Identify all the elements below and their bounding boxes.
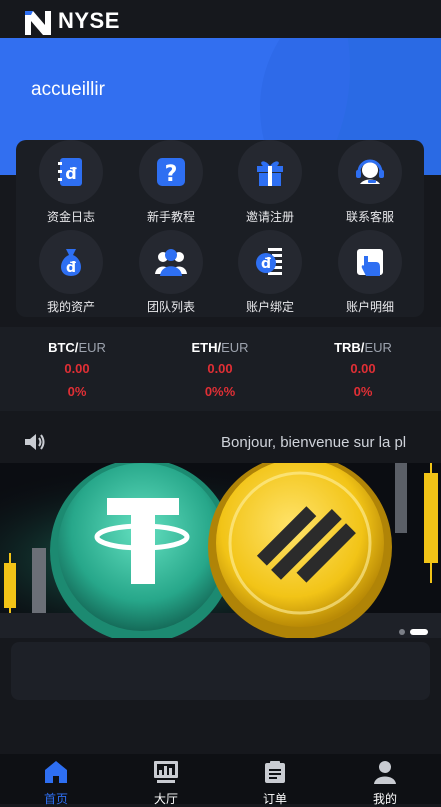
ticker-item-btc[interactable]: BTC/EUR 0.00 0% — [17, 340, 137, 399]
menu-grid: đ 资金日志 ? 新手教程 邀请注册 联系客服 đ 我的资产 团队列表 đ 账户… — [16, 140, 424, 317]
tab-profile[interactable]: 我的 — [345, 760, 425, 807]
welcome-text: accueillir — [31, 79, 105, 100]
brand-name: NYSE — [58, 8, 120, 33]
menu-label: 联系客服 — [345, 210, 394, 224]
ticker-price: 0.00 — [350, 361, 376, 376]
menu-label: 账户明细 — [345, 300, 394, 314]
ticker-quote: EUR — [78, 340, 106, 355]
menu-label: 邀请注册 — [245, 210, 294, 224]
ticker-base: BTC/ — [48, 340, 79, 355]
ticker-change: 0% — [353, 384, 373, 399]
menu-label: 我的资产 — [46, 300, 95, 314]
fund-log-icon: đ — [58, 158, 82, 186]
order-icon — [265, 761, 285, 783]
tab-label: 首页 — [43, 792, 68, 806]
ticker-item-eth[interactable]: ETH/EUR 0.00 0%% — [160, 340, 280, 399]
bottom-tab-bar: 首页 大厅 订单 我的 — [0, 754, 441, 807]
svg-text:đ: đ — [66, 260, 76, 276]
help-icon: ? — [157, 158, 185, 187]
nyse-logo-icon — [25, 9, 51, 35]
carousel-slide-image — [0, 463, 441, 638]
account-bind-icon: đ — [256, 248, 282, 275]
svg-text:?: ? — [165, 162, 178, 187]
ticker-base: ETH/ — [191, 340, 222, 355]
home-icon — [45, 761, 67, 783]
market-ticker: BTC/EUR 0.00 0% ETH/EUR 0.00 0%% TRB/EUR… — [0, 327, 441, 411]
headset-icon — [356, 159, 384, 184]
speaker-icon — [25, 434, 45, 450]
account-detail-icon — [357, 249, 383, 276]
ticker-change: 0%% — [204, 384, 236, 399]
menu-item-support[interactable]: 联系客服 — [320, 140, 420, 225]
tab-label: 我的 — [372, 792, 397, 806]
hall-icon — [154, 761, 178, 783]
content-panel — [11, 642, 430, 700]
menu-item-account-detail[interactable]: 账户明细 — [320, 230, 420, 315]
carousel-dot-active[interactable] — [410, 628, 428, 635]
svg-text:đ: đ — [65, 164, 77, 183]
gift-icon — [257, 161, 283, 186]
user-icon — [374, 761, 396, 784]
menu-item-fund-log[interactable]: đ 资金日志 — [21, 140, 121, 225]
menu-item-assets[interactable]: đ 我的资产 — [21, 230, 121, 315]
tab-home[interactable]: 首页 — [16, 760, 96, 807]
tab-label: 订单 — [262, 792, 287, 806]
menu-label: 团队列表 — [146, 300, 195, 314]
menu-label: 资金日志 — [46, 210, 95, 224]
tab-hall[interactable]: 大厅 — [126, 760, 206, 807]
tab-label: 大厅 — [153, 792, 178, 806]
menu-item-team[interactable]: 团队列表 — [121, 230, 221, 315]
menu-label: 新手教程 — [146, 210, 195, 224]
ticker-price: 0.00 — [207, 361, 233, 376]
promo-carousel[interactable] — [0, 463, 441, 638]
notice-bar[interactable]: Bonjour, bienvenue sur la pl — [0, 421, 441, 463]
money-bag-icon: đ — [61, 249, 81, 276]
ticker-change: 0% — [67, 384, 87, 399]
svg-text:đ: đ — [261, 256, 271, 272]
menu-item-invite[interactable]: 邀请注册 — [220, 140, 320, 225]
ticker-quote: EUR — [364, 340, 392, 355]
carousel-indicators — [394, 623, 428, 638]
top-bar: NYSE — [0, 0, 441, 38]
notice-text: Bonjour, bienvenue sur la pl — [221, 434, 407, 451]
ticker-price: 0.00 — [64, 361, 90, 376]
ticker-quote: EUR — [221, 340, 249, 355]
tab-orders[interactable]: 订单 — [235, 760, 315, 807]
ticker-item-trb[interactable]: TRB/EUR 0.00 0% — [303, 340, 423, 399]
carousel-dot[interactable] — [399, 628, 405, 635]
menu-item-account-bind[interactable]: đ 账户绑定 — [220, 230, 320, 315]
menu-label: 账户绑定 — [245, 300, 294, 314]
ticker-base: TRB/ — [334, 340, 365, 355]
team-icon — [155, 249, 187, 276]
menu-item-tutorial[interactable]: ? 新手教程 — [121, 140, 221, 225]
